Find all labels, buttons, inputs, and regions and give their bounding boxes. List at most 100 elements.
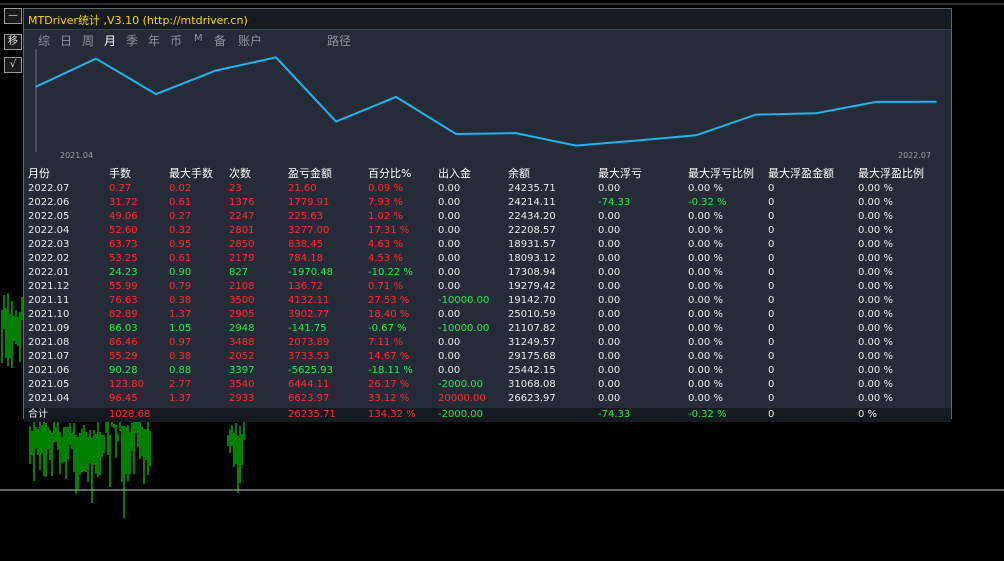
tab-summary[interactable]: 综 xyxy=(38,32,50,49)
equity-point-2022.07 xyxy=(935,100,937,103)
column-header-lots[interactable]: 手数 xyxy=(109,167,131,181)
equity-point-2021.12 xyxy=(515,132,517,134)
cell-lots: 53.25 xyxy=(109,253,138,264)
cell-max-floating-loss-pct: 0.00 % xyxy=(688,267,723,278)
table-row: 2021.09 86.03 1.05 2948 -141.75 -0.67 % -10000… xyxy=(24,322,951,336)
table-row: 2021.04 96.45 1.37 2933 6623.97 33.12 % 20000.… xyxy=(24,392,951,406)
equity-point-2022.01 xyxy=(575,144,577,147)
cell-max-floating-profit: 0 xyxy=(768,295,775,306)
column-header-profit[interactable]: 盈亏金额 xyxy=(288,167,332,181)
equity-curve-chart xyxy=(35,49,937,152)
equity-point-2022.04 xyxy=(755,113,757,116)
cell-month: 2021.07 xyxy=(28,351,70,362)
tab-quarter[interactable]: 季 xyxy=(126,32,138,49)
tab-week[interactable]: 周 xyxy=(82,32,94,49)
tab-year[interactable]: 年 xyxy=(148,32,160,49)
cell-max-floating-profit-pct: 0.00 % xyxy=(858,281,893,292)
cell-deposit: -10000.00 xyxy=(438,295,490,306)
cell-max-lots: 0.88 xyxy=(169,365,192,376)
table-row: 2022.04 52.60 0.32 2801 3277.00 17.31 % 0.00 22… xyxy=(24,224,951,238)
cell-lots: 90.28 xyxy=(109,365,138,376)
move-button[interactable]: 移 xyxy=(4,34,22,50)
column-header-max-floating-profit[interactable]: 最大浮盈金额 xyxy=(768,167,834,181)
equity-point-2021.07 xyxy=(215,69,217,72)
tab-m[interactable]: M xyxy=(194,33,203,44)
cell-max-lots: 0.61 xyxy=(169,197,192,208)
column-header-max-lots[interactable]: 最大手数 xyxy=(169,167,213,181)
column-header-deposit[interactable]: 出入金 xyxy=(438,167,471,181)
column-header-balance[interactable]: 余额 xyxy=(508,167,530,181)
cell-max-floating-loss: 0.00 xyxy=(598,295,621,306)
table-row: 2021.08 86.46 0.97 3488 2073.89 7.11 % 0.00 312… xyxy=(24,336,951,350)
tab-path[interactable]: 路径 xyxy=(327,32,351,49)
panel-title-bar[interactable]: MTDriver统计 ,V3.10 (http://mtdriver.cn) xyxy=(24,9,951,30)
cell-month: 合计 xyxy=(28,409,48,420)
check-button[interactable]: √ xyxy=(4,57,22,73)
cell-month: 2021.08 xyxy=(28,337,70,348)
equity-point-2021.06 xyxy=(155,93,157,95)
cell-max-lots: 0.90 xyxy=(169,267,192,278)
table-row: 2021.07 55.29 0.38 2052 3733.53 14.67 % 0.00 29… xyxy=(24,350,951,364)
cell-deposit: 20000.00 xyxy=(438,393,486,404)
cell-max-floating-profit-pct: 0.00 % xyxy=(858,197,893,208)
tab-currency[interactable]: 币 xyxy=(170,32,182,49)
cell-profit: 1779.91 xyxy=(288,197,330,208)
minimize-button[interactable]: — xyxy=(4,8,22,24)
equity-curve-line xyxy=(35,56,937,147)
column-header-max-floating-profit-pct[interactable]: 最大浮盈比例 xyxy=(858,167,924,181)
cell-max-lots: 0.95 xyxy=(169,239,192,250)
cell-max-floating-profit: 0 xyxy=(768,351,775,362)
cell-percent: 17.31 % xyxy=(368,225,410,236)
cell-deposit: -2000.00 xyxy=(438,379,483,390)
cell-deposit: 0.00 xyxy=(438,309,461,320)
cell-max-floating-profit-pct: 0.00 % xyxy=(858,225,893,236)
cell-percent: 7.11 % xyxy=(368,337,403,348)
panel-title: MTDriver统计 ,V3.10 (http://mtdriver.cn) xyxy=(28,14,248,27)
tab-day[interactable]: 日 xyxy=(60,32,72,49)
cell-trades: 2905 xyxy=(229,309,255,320)
cell-max-floating-loss: 0.00 xyxy=(598,253,621,264)
column-header-month[interactable]: 月份 xyxy=(28,167,50,181)
tab-notes[interactable]: 备 xyxy=(214,32,226,49)
table-row: 2022.02 53.25 0.61 2179 784.18 4.53 % 0.00 1809… xyxy=(24,252,951,266)
cell-max-floating-loss-pct: 0.00 % xyxy=(688,323,723,334)
cell-balance: 19279.42 xyxy=(508,281,556,292)
cell-max-lots: 0.38 xyxy=(169,351,192,362)
cell-deposit: 0.00 xyxy=(438,281,461,292)
column-header-percent[interactable]: 百分比% xyxy=(368,167,411,181)
table-row: 2022.01 24.23 0.90 827 -1970.48 -10.22 % 0.00 1… xyxy=(24,266,951,280)
cell-profit: 784.18 xyxy=(288,253,323,264)
cell-trades: 3500 xyxy=(229,295,255,306)
column-header-trades[interactable]: 次数 xyxy=(229,167,251,181)
cell-month: 2022.06 xyxy=(28,197,70,208)
cell-month: 2022.04 xyxy=(28,225,70,236)
cell-max-floating-profit: 0 xyxy=(768,365,775,376)
cell-lots: 82.89 xyxy=(109,309,138,320)
cell-deposit: 0.00 xyxy=(438,197,461,208)
cell-max-floating-loss: 0.00 xyxy=(598,365,621,376)
cell-balance: 31068.08 xyxy=(508,379,556,390)
cell-max-floating-loss-pct: 0.00 % xyxy=(688,309,723,320)
cell-month: 2022.03 xyxy=(28,239,70,250)
cell-max-floating-profit-pct: 0.00 % xyxy=(858,267,893,278)
cell-percent: 0.09 % xyxy=(368,183,403,194)
equity-point-2021.09 xyxy=(335,120,337,123)
tab-month[interactable]: 月 xyxy=(104,32,116,49)
cell-max-floating-loss-pct: 0.00 % xyxy=(688,295,723,306)
column-header-max-floating-loss-pct[interactable]: 最大浮亏比例 xyxy=(688,167,754,181)
cell-max-floating-profit: 0 xyxy=(768,211,775,222)
cell-deposit: 0.00 xyxy=(438,365,461,376)
table-row: 2021.06 90.28 0.88 3397 -5625.93 -18.11 % 0.00… xyxy=(24,364,951,378)
cell-trades: 2247 xyxy=(229,211,255,222)
cell-month: 2022.01 xyxy=(28,267,70,278)
tab-account[interactable]: 账户 xyxy=(238,32,262,49)
cell-profit: 3902.77 xyxy=(288,309,330,320)
cell-trades: 2052 xyxy=(229,351,255,362)
cell-lots: 123.80 xyxy=(109,379,144,390)
cell-trades: 3397 xyxy=(229,365,255,376)
cell-max-floating-loss-pct: -0.32 % xyxy=(688,197,727,208)
cell-deposit: 0.00 xyxy=(438,211,461,222)
cell-max-floating-loss-pct: 0.00 % xyxy=(688,379,723,390)
cell-max-lots: 1.37 xyxy=(169,309,192,320)
column-header-max-floating-loss[interactable]: 最大浮亏 xyxy=(598,167,642,181)
